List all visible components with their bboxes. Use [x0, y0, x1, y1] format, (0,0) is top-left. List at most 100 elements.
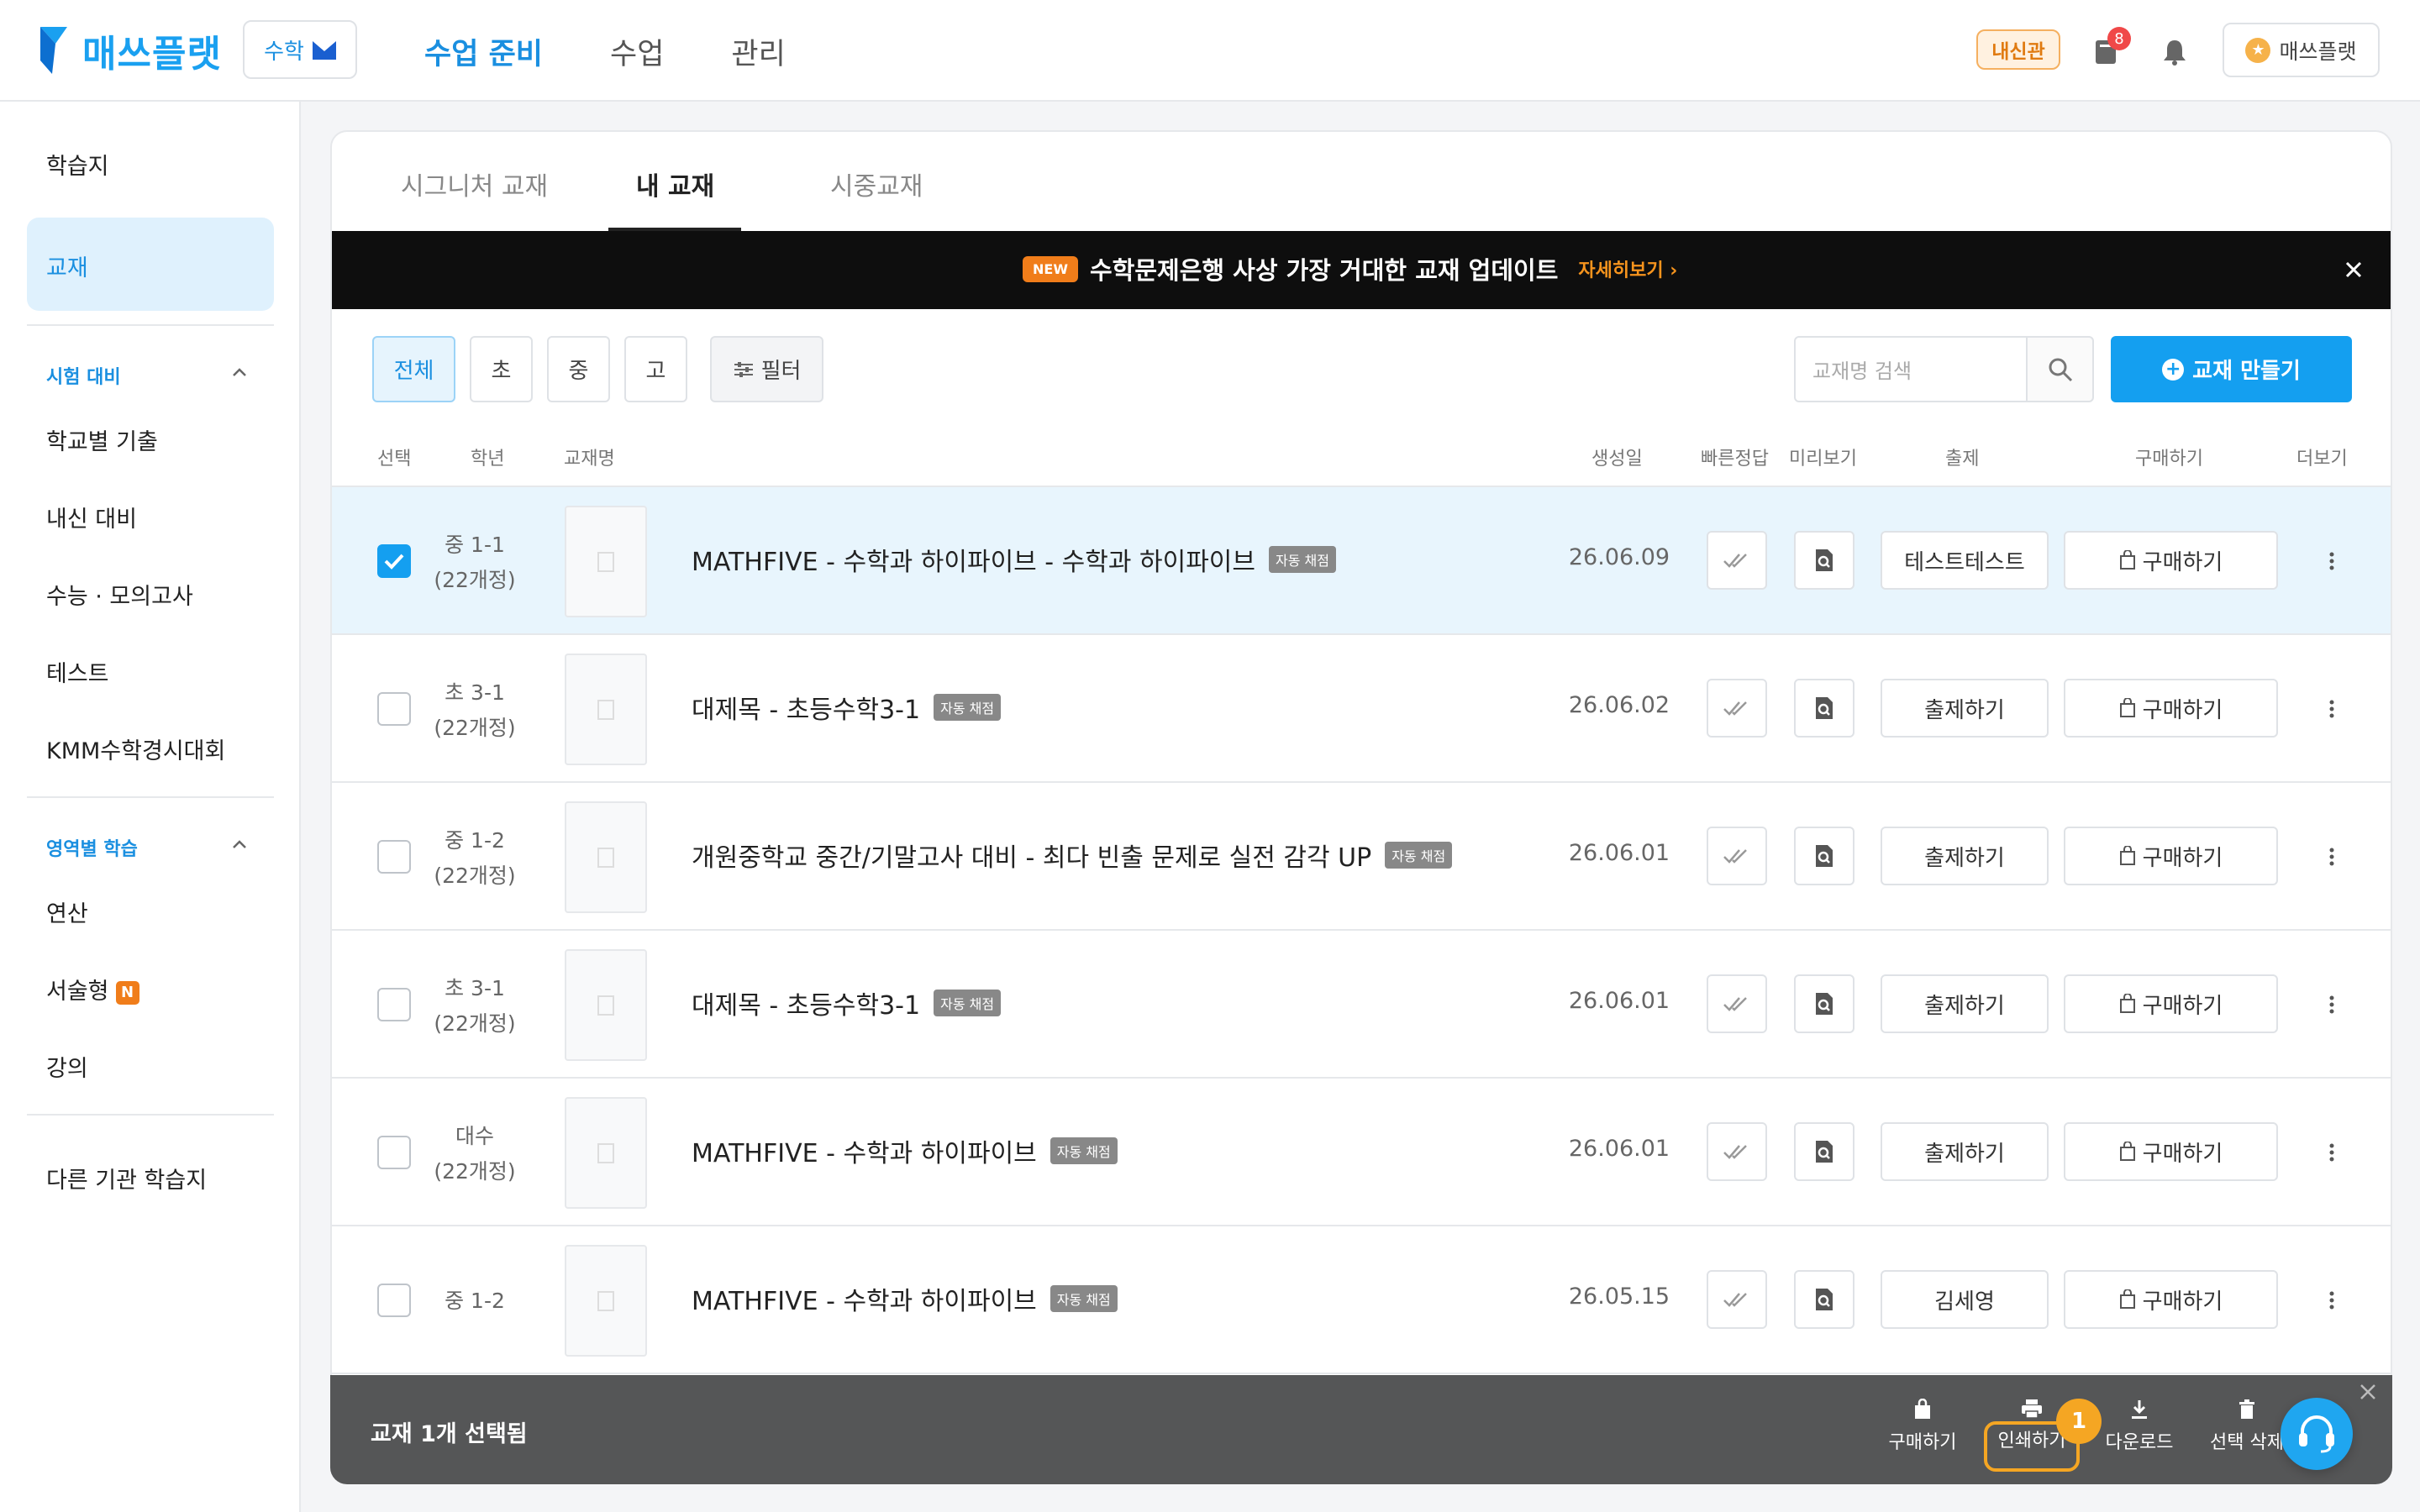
row-grade-level: 초 3-1 [445, 680, 505, 705]
bell-icon [2164, 40, 2186, 66]
quick-answer-button[interactable] [1707, 1270, 1767, 1329]
row-date: 26.05.15 [1568, 1284, 1670, 1310]
subject-selector[interactable]: 수학 [243, 20, 357, 79]
user-menu-button[interactable]: ★ 매쓰플랫 [2223, 23, 2380, 77]
sidebar-item-other-org[interactable]: 다른 기관 학습지 [46, 1162, 207, 1194]
nav-class[interactable]: 수업 [610, 30, 664, 73]
sidebar-item-test[interactable]: 테스트 [46, 655, 109, 688]
bulk-buy-label: 구매하기 [1888, 1432, 1957, 1453]
table-row[interactable]: 중 1-2 (22개정) 개원중학교 중간/기말고사 대비 - 최다 빈출 문제로… [332, 783, 2391, 931]
sidebar-item-worksheet[interactable]: 학습지 [46, 148, 109, 181]
tab-my-textbook[interactable]: 내 교재 [636, 165, 714, 202]
table-row[interactable]: 초 3-1 (22개정) 대제목 - 초등수학3-1 자동 채점 26.06.01… [332, 931, 2391, 1079]
support-chat-button[interactable] [2281, 1398, 2353, 1470]
sidebar-item-lecture[interactable]: 강의 [46, 1050, 88, 1083]
banner-close-button[interactable] [2338, 255, 2369, 285]
create-textbook-button[interactable]: + 교재 만들기 [2111, 336, 2352, 402]
more-button[interactable] [2317, 1285, 2347, 1315]
assign-button[interactable]: 출제하기 [1881, 827, 2049, 885]
action-bar-close-button[interactable] [2355, 1379, 2381, 1404]
buy-button[interactable]: 구매하기 [2064, 827, 2278, 885]
assign-button[interactable]: 테스트테스트 [1881, 531, 2049, 590]
filter-high[interactable]: 고 [624, 336, 687, 402]
more-button[interactable] [2317, 990, 2347, 1020]
create-textbook-label: 교재 만들기 [2192, 359, 2301, 384]
row-title[interactable]: 개원중학교 중간/기말고사 대비 - 최다 빈출 문제로 실전 감각 UP [692, 837, 1371, 874]
sidebar-item-essay[interactable]: 서술형 N [46, 973, 139, 1005]
nav-manage[interactable]: 관리 [731, 30, 785, 73]
quick-answer-button[interactable] [1707, 679, 1767, 738]
kebab-icon [2329, 1143, 2334, 1162]
sidebar-item-kmm[interactable]: KMM수학경시대회 [46, 732, 225, 765]
filter-middle[interactable]: 중 [547, 336, 610, 402]
table-row[interactable]: 초 3-1 (22개정) 대제목 - 초등수학3-1 자동 채점 26.06.02… [332, 635, 2391, 783]
image-placeholder-icon [597, 847, 614, 868]
double-check-icon [1723, 997, 1747, 1011]
bulk-buy-button[interactable]: 구매하기 [1876, 1399, 1969, 1454]
preview-button[interactable] [1794, 531, 1854, 590]
filter-all[interactable]: 전체 [372, 336, 455, 402]
more-button[interactable] [2317, 842, 2347, 872]
banner-detail-link[interactable]: 자세히보기 › [1578, 255, 1677, 282]
tab-signature[interactable]: 시그니처 교재 [401, 165, 548, 202]
sidebar-section-exam[interactable]: 시험 대비 [46, 362, 121, 389]
buy-button[interactable]: 구매하기 [2064, 531, 2278, 590]
row-grade-level: 초 3-1 [445, 976, 505, 1000]
sidebar-item-calc[interactable]: 연산 [46, 895, 88, 928]
preview-button[interactable] [1794, 1122, 1854, 1181]
row-checkbox[interactable] [377, 1136, 411, 1169]
quick-answer-button[interactable] [1707, 974, 1767, 1033]
filter-elementary[interactable]: 초 [470, 336, 533, 402]
buy-button[interactable]: 구매하기 [2064, 974, 2278, 1033]
preview-button[interactable] [1794, 974, 1854, 1033]
preview-button[interactable] [1794, 1270, 1854, 1329]
search-button[interactable] [2026, 336, 2094, 402]
table-row[interactable]: 대수 (22개정) MATHFIVE - 수학과 하이파이브 자동 채점 26.0… [332, 1079, 2391, 1226]
row-checkbox[interactable] [377, 1284, 411, 1317]
row-title[interactable]: MATHFIVE - 수학과 하이파이브 - 수학과 하이파이브 [692, 541, 1255, 578]
sidebar-section-area[interactable]: 영역별 학습 [46, 834, 138, 861]
row-title[interactable]: 대제목 - 초등수학3-1 [692, 984, 920, 1021]
preview-button[interactable] [1794, 827, 1854, 885]
row-title[interactable]: 대제목 - 초등수학3-1 [692, 689, 920, 726]
update-banner[interactable]: NEW 수학문제은행 사상 가장 거대한 교재 업데이트 자세히보기 › [332, 231, 2391, 309]
buy-button[interactable]: 구매하기 [2064, 1122, 2278, 1181]
quick-answer-button[interactable] [1707, 827, 1767, 885]
row-checkbox[interactable] [377, 840, 411, 874]
assign-button[interactable]: 출제하기 [1881, 1122, 2049, 1181]
sidebar-item-suneung[interactable]: 수능 · 모의고사 [46, 578, 193, 611]
assign-button[interactable]: 출제하기 [1881, 679, 2049, 738]
bulk-delete-label: 선택 삭제 [2210, 1432, 2284, 1453]
chevron-up-icon[interactable] [229, 364, 250, 381]
search-input[interactable]: 교재명 검색 [1794, 336, 2028, 402]
preview-button[interactable] [1794, 679, 1854, 738]
assign-button[interactable]: 김세영 [1881, 1270, 2049, 1329]
tab-market[interactable]: 시중교재 [830, 165, 923, 202]
row-checkbox[interactable] [377, 692, 411, 726]
logo[interactable]: 매쓰플랫 [37, 24, 222, 77]
table-row[interactable]: 중 1-1 (22개정) MATHFIVE - 수학과 하이파이브 - 수학과 하… [332, 487, 2391, 635]
nav-class-prep[interactable]: 수업 준비 [424, 30, 543, 73]
bulk-delete-button[interactable]: 선택 삭제 [2201, 1399, 2293, 1454]
row-title[interactable]: MATHFIVE - 수학과 하이파이브 [692, 1280, 1037, 1317]
bell-button[interactable] [2153, 30, 2196, 74]
assign-button[interactable]: 출제하기 [1881, 974, 2049, 1033]
row-checkbox[interactable] [377, 988, 411, 1021]
more-button[interactable] [2317, 1137, 2347, 1168]
bulk-download-button[interactable]: 다운로드 [2093, 1399, 2186, 1454]
more-button[interactable] [2317, 694, 2347, 724]
buy-button[interactable]: 구매하기 [2064, 1270, 2278, 1329]
bag-icon [2119, 846, 2135, 865]
buy-button[interactable]: 구매하기 [2064, 679, 2278, 738]
quick-answer-button[interactable] [1707, 1122, 1767, 1181]
filter-button[interactable]: 필터 [710, 336, 823, 402]
quick-answer-button[interactable] [1707, 531, 1767, 590]
sidebar-item-naesin[interactable]: 내신 대비 [46, 501, 137, 533]
row-checkbox[interactable] [377, 544, 411, 578]
naesin-badge[interactable]: 내신관 [1976, 29, 2060, 70]
more-button[interactable] [2317, 546, 2347, 576]
table-row[interactable]: 중 1-2 MATHFIVE - 수학과 하이파이브 자동 채점 26.05.1… [332, 1226, 2391, 1374]
sidebar-item-school-exam[interactable]: 학교별 기출 [46, 423, 158, 456]
row-title[interactable]: MATHFIVE - 수학과 하이파이브 [692, 1132, 1037, 1169]
chevron-up-icon[interactable] [229, 836, 250, 853]
